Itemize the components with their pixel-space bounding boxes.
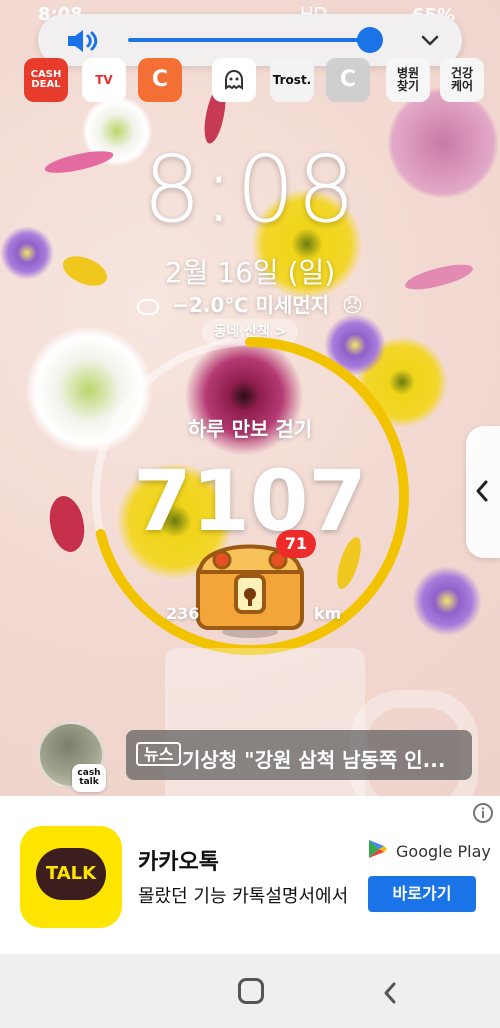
app-hospital-finder[interactable]: 병원 찾기 [386,58,430,102]
step-goal-label: 하루 만보 걷기 [187,417,313,441]
kakaotalk-bubble: TALK [36,848,106,900]
cash-talk-text: cash talk [77,768,101,787]
app-health-care[interactable]: 건강 케어 [440,58,484,102]
app-c-gray[interactable]: C [326,58,370,102]
speaker-icon[interactable] [64,26,100,56]
news-tag: 뉴스 [136,742,182,766]
news-headline[interactable]: 기상청 "강원 삼척 남동쪽 인... [182,744,462,773]
reward-badge: 71 [276,530,316,558]
chevron-left-icon [472,478,494,504]
weather-row: −2.0℃ 미세먼지 😞 [0,289,500,318]
store-label: Google Play [396,842,491,861]
cloud-icon [137,298,160,315]
decor-purple-flower-3 [412,566,482,636]
app-label: Trost. [272,72,312,87]
volume-slider-track[interactable] [128,38,370,42]
ad-description: 몰랐던 기능 카톡설명서에서 [138,886,349,907]
ad-title: 카카오톡 [138,850,219,875]
app-label: C [339,67,357,93]
distance-unit: km [314,604,342,623]
cash-talk-badge[interactable]: cash talk [72,764,106,792]
app-label: C [151,67,169,93]
lockscreen-clock: 8:08 [142,136,358,243]
app-cashwalk[interactable]: C [138,58,182,102]
edge-panel-handle[interactable] [466,426,500,558]
distance-value: 236 [166,604,200,623]
app-label: 병원 찾기 [396,66,420,93]
ad-cta-button[interactable]: 바로가기 [368,876,476,912]
google-play-icon [366,838,388,864]
lockscreen-date: 2월 16일 (일) [164,256,336,289]
air-quality-emoji: 😞 [342,293,363,317]
app-ghost[interactable] [212,58,256,102]
chevron-down-icon[interactable] [419,29,441,51]
app-tv[interactable]: TV [82,58,126,102]
weather-text: −2.0℃ 미세먼지 [172,293,330,317]
app-label: TV [95,72,113,87]
back-icon[interactable] [376,978,406,1008]
home-button-icon[interactable] [238,978,264,1004]
volume-slider-thumb[interactable] [356,27,383,53]
app-trost[interactable]: Trost. [270,58,314,102]
app-label: CASH DEAL [30,68,62,90]
app-cashdeal[interactable]: CASH DEAL [24,58,68,102]
app-label: 건강 케어 [450,66,474,93]
info-icon[interactable] [472,802,494,824]
